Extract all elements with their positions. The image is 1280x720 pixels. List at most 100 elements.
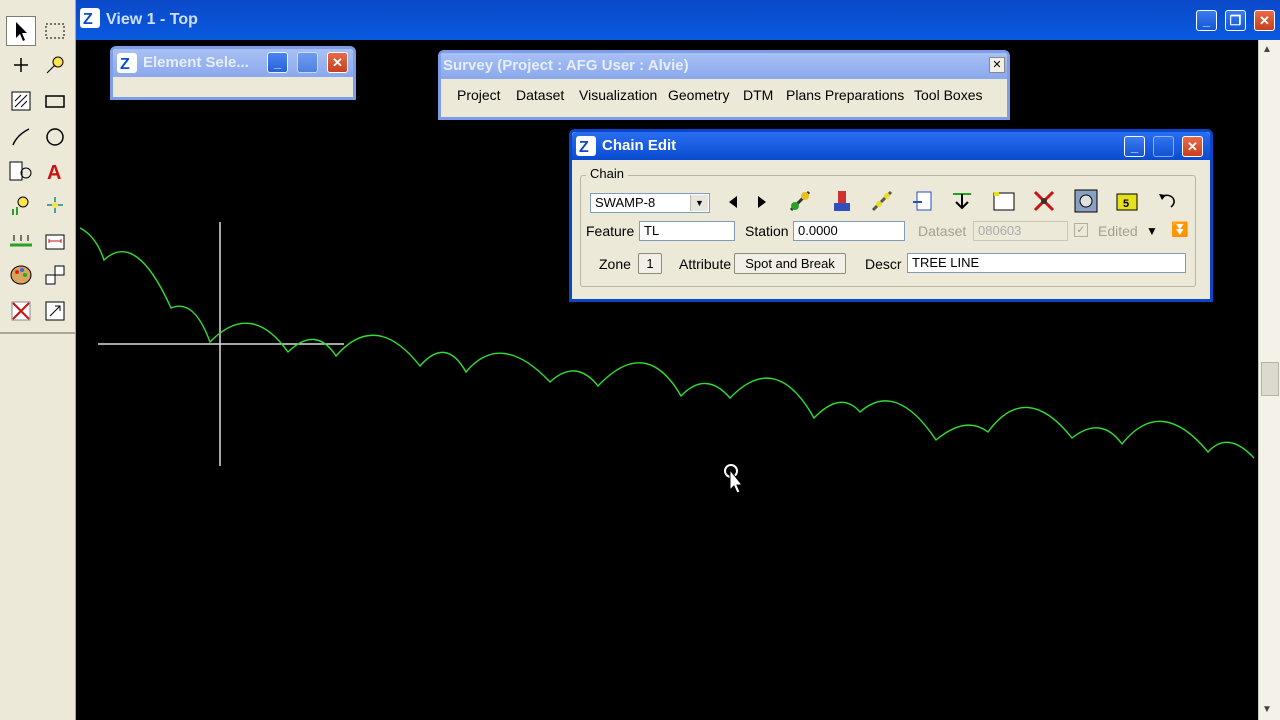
chain-tool-4-button[interactable] [909, 187, 937, 215]
chain-select[interactable]: SWAMP-8 ▼ [590, 193, 710, 213]
view-restore-button[interactable]: ❐ [1225, 10, 1246, 31]
edited-checkbox[interactable]: ✓ [1074, 223, 1088, 237]
menu-visualization[interactable]: Visualization [579, 87, 657, 103]
bulb-point-icon [46, 56, 64, 74]
palette-tool[interactable] [6, 260, 36, 290]
dimension-tool[interactable] [6, 226, 36, 256]
rectangle-tool[interactable] [40, 86, 70, 116]
element-selection-title-bar[interactable]: Z Element Sele... _ ✕ [113, 49, 353, 77]
survey-title-bar[interactable]: Survey (Project : AFG User : Alvie) ✕ [441, 53, 1007, 79]
snap-tool[interactable] [40, 190, 70, 220]
chain-tool-9-button[interactable]: 5 [1113, 187, 1141, 215]
line-tool[interactable] [6, 122, 36, 152]
folder-icon: 5 [1116, 193, 1138, 211]
svg-text:A: A [47, 162, 61, 183]
next-button[interactable] [748, 188, 776, 216]
cell-tool[interactable] [6, 156, 36, 186]
feature-label: Feature [586, 223, 635, 239]
zone-button[interactable]: 1 [638, 253, 662, 274]
selection-arrow-tool[interactable] [6, 16, 36, 46]
element-selection-window: Z Element Sele... _ ✕ [110, 46, 356, 100]
measure-icon [45, 234, 65, 250]
chain-edit-title: Chain Edit [602, 137, 677, 154]
chain-edit-minimize-button[interactable]: _ [1124, 136, 1145, 157]
expand-down-icon[interactable]: ⏬ [1171, 221, 1188, 238]
chevron-down-icon[interactable]: ▼ [690, 195, 708, 211]
fence-tool[interactable] [6, 86, 36, 116]
vertical-scrollbar[interactable]: ▲ ▼ [1258, 40, 1280, 720]
scroll-up-icon[interactable]: ▲ [1262, 44, 1272, 55]
circle-tool[interactable] [40, 122, 70, 152]
menu-geometry[interactable]: Geometry [668, 87, 729, 103]
microstation-logo-icon: Z [80, 8, 100, 28]
view-title-bar[interactable]: Z [76, 0, 1280, 40]
chain-tool-7-button[interactable] [1030, 187, 1058, 215]
undo-button[interactable] [1153, 187, 1181, 215]
descr-field[interactable]: TREE LINE [907, 253, 1186, 273]
rectangle-select-tool[interactable] [40, 16, 70, 46]
fit-view-tool[interactable] [40, 296, 70, 326]
element-selection-maximize-button[interactable] [297, 52, 318, 73]
menu-tool-boxes[interactable]: Tool Boxes [914, 87, 982, 103]
place-point-tool[interactable] [6, 50, 36, 80]
chain-tool-8-button[interactable] [1072, 187, 1100, 215]
microstation-logo-icon: Z [576, 136, 596, 156]
scroll-down-icon[interactable]: ▼ [1262, 704, 1272, 715]
previous-button[interactable] [719, 188, 747, 216]
element-selection-close-button[interactable]: ✕ [327, 52, 348, 73]
zone-value: 1 [646, 256, 654, 271]
mouse-cursor-icon [724, 464, 744, 494]
descr-value: TREE LINE [912, 255, 980, 270]
element-selection-minimize-button[interactable]: _ [267, 52, 288, 73]
survey-close-button[interactable]: ✕ [989, 57, 1005, 73]
chain-group-label: Chain [586, 166, 628, 181]
chain-tool-3-button[interactable] [868, 187, 896, 215]
view-minimize-button[interactable]: _ [1196, 10, 1217, 31]
view-close-button[interactable]: ✕ [1254, 10, 1275, 31]
attribute-button[interactable]: Spot and Break [734, 253, 846, 274]
delete-tool[interactable] [6, 296, 36, 326]
bulb-point-tool[interactable] [40, 50, 70, 80]
chain-edit-title-bar[interactable]: Z Chain Edit _ ✕ [572, 132, 1210, 160]
bulb-tool[interactable] [6, 190, 36, 220]
measure-tool[interactable] [40, 226, 70, 256]
main-toolbar: A [0, 0, 76, 720]
palette-icon [10, 265, 32, 285]
menu-dtm[interactable]: DTM [743, 87, 773, 103]
zone-label: Zone [599, 256, 631, 272]
circle-icon [46, 128, 64, 146]
line-icon [12, 128, 30, 146]
station-value: 0.0000 [798, 223, 838, 238]
chain-link-yellow-icon [871, 190, 893, 212]
feature-field[interactable]: TL [639, 221, 735, 241]
triangle-left-icon [729, 196, 737, 208]
dropdown-arrow-icon[interactable]: ▼ [1146, 224, 1158, 238]
scroll-thumb[interactable] [1261, 362, 1279, 396]
download-arrow-icon [953, 193, 971, 210]
station-label: Station [745, 223, 789, 239]
fit-view-icon [45, 301, 65, 321]
new-note-icon [993, 192, 1015, 211]
toolbar-divider [0, 332, 75, 334]
attribute-button-label: Spot and Break [745, 256, 835, 271]
chain-tool-1-button[interactable] [786, 187, 814, 215]
element-selection-title: Element Sele... [143, 54, 249, 71]
chain-tool-2-button[interactable] [828, 187, 856, 215]
chain-tool-6-button[interactable] [990, 187, 1018, 215]
menu-plans-preparations[interactable]: Plans Preparations [786, 87, 904, 103]
svg-text:Z: Z [83, 11, 93, 28]
selection-arrow-icon [16, 22, 27, 41]
menu-project[interactable]: Project [457, 87, 501, 103]
text-tool[interactable]: A [40, 156, 70, 186]
chain-tool-5-button[interactable] [948, 187, 976, 215]
menu-dataset[interactable]: Dataset [516, 87, 564, 103]
fence-icon [11, 91, 31, 111]
cell-icon [9, 161, 32, 181]
chain-edit-close-button[interactable]: ✕ [1182, 136, 1203, 157]
dataset-field: 080603 [973, 221, 1068, 241]
chain-edit-maximize-button[interactable] [1153, 136, 1174, 157]
chain-select-value: SWAMP-8 [595, 195, 656, 210]
station-field[interactable]: 0.0000 [793, 221, 905, 241]
copy-tool[interactable] [40, 260, 70, 290]
delete-chain-icon [1033, 190, 1055, 212]
